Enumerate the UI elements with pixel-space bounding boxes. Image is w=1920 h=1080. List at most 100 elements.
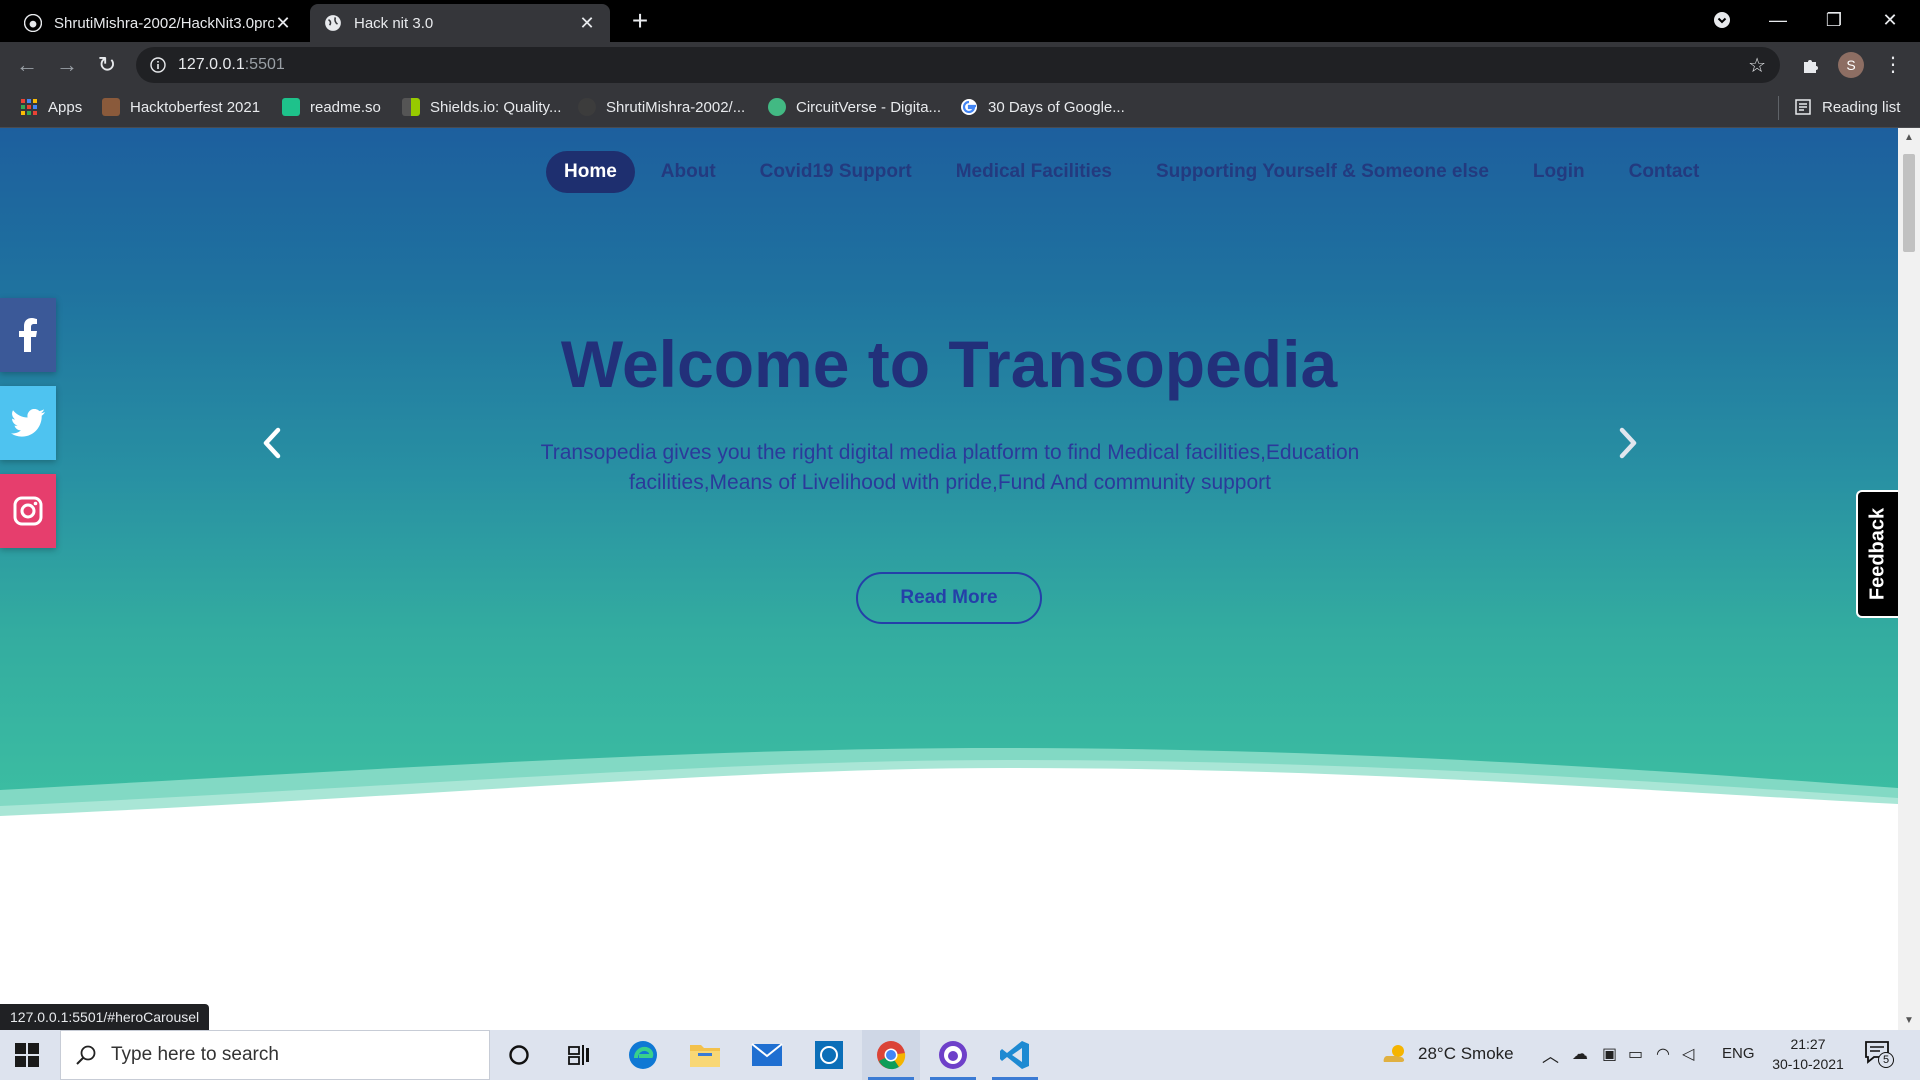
github-desktop-icon bbox=[939, 1041, 967, 1069]
instagram-link[interactable] bbox=[0, 474, 56, 548]
scroll-up-arrow-icon[interactable]: ▲ bbox=[1898, 132, 1920, 143]
hero-wave-divider bbox=[0, 748, 1898, 858]
taskbar-mail[interactable] bbox=[738, 1030, 796, 1080]
close-window-button[interactable]: ✕ bbox=[1870, 4, 1910, 36]
carousel-prev-button[interactable] bbox=[252, 418, 292, 468]
bookmarks-bar: Apps Hacktoberfest 2021 readme.so Shield… bbox=[0, 88, 1920, 128]
taskbar-clock[interactable]: 21:27 30-10-2021 bbox=[1768, 1034, 1848, 1074]
bookmark-shields[interactable]: Shields.io: Quality... bbox=[402, 98, 561, 116]
tray-chevron-up-icon[interactable]: ︿ bbox=[1542, 1042, 1559, 1067]
google-icon bbox=[961, 99, 977, 115]
taskbar-file-explorer[interactable] bbox=[676, 1030, 734, 1080]
bookmark-label: readme.so bbox=[310, 98, 381, 116]
url-text: 127.0.0.1:5501 bbox=[178, 56, 285, 74]
reload-button[interactable]: ↻ bbox=[92, 50, 122, 80]
scrollbar-thumb[interactable] bbox=[1903, 154, 1915, 252]
tab-title: Hack nit 3.0 bbox=[354, 14, 434, 32]
menu-kebab-icon[interactable]: ⋮ bbox=[1880, 52, 1906, 78]
nav-about[interactable]: About bbox=[643, 151, 734, 193]
language-indicator[interactable]: ENG bbox=[1722, 1045, 1755, 1062]
bookmark-star-icon[interactable]: ☆ bbox=[1748, 53, 1766, 78]
hero-description: Transopedia gives you the right digital … bbox=[540, 441, 1360, 494]
reading-list-icon bbox=[1795, 99, 1811, 115]
bookmark-label: Apps bbox=[48, 98, 83, 116]
bookmark-apps[interactable]: Apps bbox=[20, 98, 82, 116]
globe-icon bbox=[325, 15, 341, 31]
restore-button[interactable]: ❐ bbox=[1814, 4, 1854, 36]
bookmark-google[interactable]: 30 Days of Google... bbox=[960, 98, 1125, 116]
notification-center-button[interactable]: 5 bbox=[1864, 1040, 1898, 1070]
screen: ShrutiMishra-2002/HackNit3.0pro ✕ Hack n… bbox=[0, 0, 1920, 1080]
taskbar-github-desktop[interactable] bbox=[924, 1030, 982, 1080]
windows-start-icon[interactable] bbox=[14, 1042, 40, 1068]
twitter-icon bbox=[11, 409, 45, 437]
reading-list-label: Reading list bbox=[1822, 98, 1901, 116]
github-icon bbox=[578, 98, 596, 116]
task-view-icon bbox=[568, 1045, 589, 1065]
taskbar-vscode[interactable] bbox=[986, 1030, 1044, 1080]
weather-text[interactable]: 28°C Smoke bbox=[1418, 1044, 1514, 1064]
reading-list-button[interactable]: Reading list bbox=[1794, 98, 1900, 116]
github-icon bbox=[24, 14, 42, 32]
nav-home[interactable]: Home bbox=[546, 151, 635, 193]
forward-button[interactable]: → bbox=[52, 50, 82, 80]
wifi-icon[interactable]: ◠ bbox=[1656, 1044, 1670, 1064]
close-icon[interactable]: ✕ bbox=[578, 13, 596, 34]
feedback-tab[interactable]: Feedback bbox=[1856, 490, 1898, 618]
feedback-label: Feedback bbox=[1866, 507, 1889, 601]
mail-icon bbox=[751, 1043, 783, 1066]
profile-avatar[interactable]: S bbox=[1838, 52, 1864, 78]
new-tab-button[interactable]: + bbox=[624, 6, 656, 38]
notification-count-badge: 5 bbox=[1878, 1052, 1894, 1068]
page-scrollbar[interactable]: ▲ ▼ bbox=[1898, 128, 1920, 1030]
browser-tab-bar: ShrutiMishra-2002/HackNit3.0pro ✕ Hack n… bbox=[0, 0, 1920, 42]
taskbar-search-box[interactable]: Type here to search bbox=[60, 1030, 490, 1080]
instagram-icon bbox=[13, 496, 43, 526]
chevron-left-icon bbox=[263, 427, 281, 459]
bookmark-label: 30 Days of Google... bbox=[988, 98, 1125, 116]
circuitverse-icon bbox=[768, 98, 786, 116]
carousel-next-button[interactable] bbox=[1608, 418, 1648, 468]
extensions-puzzle-icon[interactable] bbox=[1798, 52, 1824, 78]
task-view-button[interactable] bbox=[550, 1030, 608, 1080]
minimize-button[interactable]: — bbox=[1758, 4, 1798, 36]
onedrive-error-icon[interactable]: ☁ bbox=[1572, 1044, 1588, 1064]
bookmark-readme[interactable]: readme.so bbox=[282, 98, 381, 116]
scroll-down-arrow-icon[interactable]: ▼ bbox=[1898, 1015, 1920, 1026]
close-icon[interactable]: ✕ bbox=[274, 13, 292, 34]
clock-date: 30-10-2021 bbox=[1772, 1056, 1844, 1072]
hero-title: Welcome to Transopedia bbox=[560, 327, 1338, 401]
readme-icon bbox=[282, 98, 300, 116]
nav-medical-facilities[interactable]: Medical Facilities bbox=[938, 151, 1130, 193]
info-icon[interactable] bbox=[150, 57, 166, 73]
bookmark-label: CircuitVerse - Digita... bbox=[796, 98, 942, 116]
volume-icon[interactable]: ◁ bbox=[1682, 1044, 1694, 1064]
nav-covid19-support[interactable]: Covid19 Support bbox=[742, 151, 930, 193]
bookmark-github[interactable]: ShrutiMishra-2002/... bbox=[578, 98, 745, 116]
tab-github[interactable]: ShrutiMishra-2002/HackNit3.0pro ✕ bbox=[10, 4, 306, 42]
bookmark-hacktoberfest[interactable]: Hacktoberfest 2021 bbox=[102, 98, 260, 116]
search-icon bbox=[76, 1045, 96, 1065]
back-button[interactable]: ← bbox=[12, 50, 42, 80]
read-more-button[interactable]: Read More bbox=[856, 572, 1042, 624]
cortana-button[interactable] bbox=[490, 1030, 548, 1080]
taskbar-edge[interactable] bbox=[614, 1030, 672, 1080]
taskbar-chrome[interactable] bbox=[862, 1030, 920, 1080]
url-port: :5501 bbox=[244, 56, 285, 73]
weather-icon bbox=[1383, 1045, 1405, 1062]
status-bar-url: 127.0.0.1:5501/#heroCarousel bbox=[0, 1004, 210, 1030]
tab-hack-nit[interactable]: Hack nit 3.0 ✕ bbox=[310, 4, 610, 42]
meet-now-icon[interactable]: ▣ bbox=[1602, 1044, 1617, 1064]
taskbar-dell-app[interactable] bbox=[800, 1030, 858, 1080]
windows-taskbar: Type here to search 28°C Smoke ︿ ☁ ▣ ▭ ◠… bbox=[0, 1030, 1920, 1080]
nav-contact[interactable]: Contact bbox=[1611, 151, 1718, 193]
tab-title: ShrutiMishra-2002/HackNit3.0pro bbox=[54, 14, 274, 32]
nav-login[interactable]: Login bbox=[1515, 151, 1603, 193]
cortana-circle-icon bbox=[509, 1045, 529, 1065]
bookmark-circuitverse[interactable]: CircuitVerse - Digita... bbox=[768, 98, 941, 116]
address-bar[interactable]: 127.0.0.1:5501 ☆ bbox=[136, 47, 1780, 83]
battery-icon[interactable]: ▭ bbox=[1628, 1044, 1643, 1064]
tab-search-icon[interactable] bbox=[1702, 4, 1742, 36]
bookmark-label: Shields.io: Quality... bbox=[430, 98, 562, 116]
nav-supporting-yourself[interactable]: Supporting Yourself & Someone else bbox=[1138, 151, 1507, 193]
